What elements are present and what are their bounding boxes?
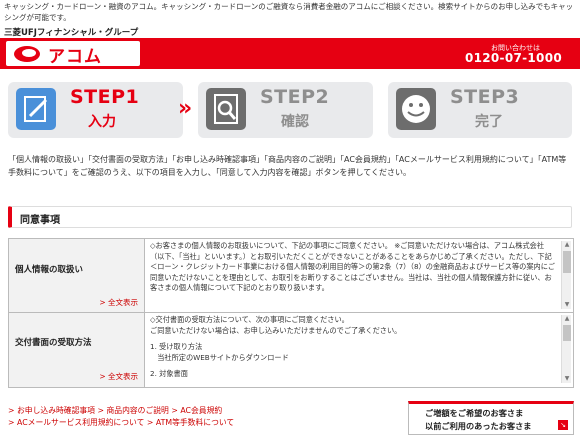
agreement-scrollbar[interactable]: ▲ ▼	[561, 315, 571, 383]
scroll-up-icon[interactable]: ▲	[562, 315, 572, 323]
step-2: STEP2 確認	[198, 82, 373, 138]
section-heading: 同意事項	[8, 206, 572, 228]
agreement-text-line: 当社所定のWEBサイトからダウンロード	[150, 352, 289, 362]
footer-link-mail-service[interactable]: > ACメールサービス利用規約について	[8, 418, 144, 427]
agreement-row-header: 交付書面の受取方法 > 全文表示	[9, 313, 145, 387]
step-2-label: 確認	[281, 114, 309, 130]
show-full-text-link[interactable]: > 全文表示	[99, 371, 138, 382]
contact-phone[interactable]: 0120-07-1000	[465, 51, 562, 65]
agreement-row-header: 個人情報の取扱い > 全文表示	[9, 239, 145, 312]
agreement-scrollbar[interactable]: ▲ ▼	[561, 241, 571, 309]
footer-link-product-explanation[interactable]: > 商品内容のご説明	[97, 406, 168, 415]
footer-links: > お申し込み時確認事項 > 商品内容のご説明 > AC会員規約 > ACメール…	[8, 405, 408, 429]
agreement-text-line: 2. 対象書面	[150, 369, 188, 378]
footer-links-row: > お申し込み時確認事項 > 商品内容のご説明 > AC会員規約	[8, 405, 408, 417]
scroll-thumb[interactable]	[563, 251, 571, 273]
agreement-row-documents: 交付書面の受取方法 > 全文表示 ◇交付書面の受取方法について、次の事項にご同意…	[9, 313, 573, 387]
step-1-title: STEP1	[70, 86, 140, 108]
group-label: 三菱UFJフィナンシャル・グループ	[4, 28, 139, 38]
increase-limit-label: ご増額をご希望のお客さま	[425, 408, 524, 418]
site-header: アコム お問い合わせは 0120-07-1000	[0, 38, 580, 69]
agreement-title: 個人情報の取扱い	[15, 265, 84, 275]
step-arrow-icon: »	[178, 96, 192, 121]
agreement-text: ◇交付書面の受取方法について、次の事項にご同意ください。 ご同意いただけない場合…	[150, 315, 558, 385]
scroll-thumb[interactable]	[563, 325, 571, 341]
scroll-up-icon[interactable]: ▲	[562, 241, 572, 249]
footer-link-atm-fees[interactable]: > ATM等手数料について	[147, 418, 234, 427]
previous-customer-label: 以前ご利用のあったお客さま	[425, 421, 532, 431]
agreement-text-line: 1. 受け取り方法	[150, 342, 203, 351]
agreement-row-privacy: 個人情報の取扱い > 全文表示 ◇お客さまの個人情報のお取扱いについて、下記の事…	[9, 239, 573, 313]
step-indicator: STEP1 入力 » STEP2 確認 STEP3 完了	[8, 82, 576, 138]
logo-mark-icon	[14, 46, 40, 62]
pencil-icon	[16, 88, 56, 130]
footer-link-application-terms[interactable]: > お申し込み時確認事項	[8, 406, 95, 415]
magnifier-icon	[206, 88, 246, 130]
step-1: STEP1 入力	[8, 82, 183, 138]
acom-logo[interactable]: アコム	[6, 41, 140, 67]
intro-text: 「個人情報の取扱い」「交付書面の受取方法」「お申し込み時確認事項」「商品内容のご…	[8, 155, 567, 177]
agreement-text: ◇お客さまの個人情報のお取扱いについて、下記の事項にご同意ください。 ※ご同意い…	[150, 241, 555, 292]
smile-icon	[396, 88, 436, 130]
agreement-text-line: ◇交付書面の受取方法について、次の事項にご同意ください。	[150, 315, 349, 324]
scroll-down-icon[interactable]: ▼	[562, 375, 572, 383]
step-2-title: STEP2	[260, 86, 330, 108]
arrow-icon: ↘	[558, 420, 568, 430]
agreements-table: 個人情報の取扱い > 全文表示 ◇お客さまの個人情報のお取扱いについて、下記の事…	[8, 238, 574, 388]
step-3-label: 完了	[475, 114, 503, 130]
footer-links-row: > ACメールサービス利用規約について > ATM等手数料について	[8, 417, 408, 429]
logo-text: アコム	[48, 47, 102, 67]
footer-link-member-terms[interactable]: > AC会員規約	[171, 406, 222, 415]
top-notice: キャッシング・カードローン・融資のアコム。キャッシング・カードローンのご融資なら…	[4, 2, 574, 22]
section-title: 同意事項	[20, 215, 60, 226]
increase-limit-button[interactable]: ご増額をご希望のお客さま 以前ご利用のあったお客さま ↘	[408, 401, 574, 435]
step-3: STEP3 完了	[388, 82, 572, 138]
step-1-label: 入力	[88, 114, 116, 130]
show-full-text-link[interactable]: > 全文表示	[99, 297, 138, 308]
agreement-text-line: ご同意いただけない場合は、お申し込みいただけませんのでご了承ください。	[150, 325, 402, 335]
step-3-title: STEP3	[450, 86, 520, 108]
scroll-down-icon[interactable]: ▼	[562, 301, 572, 309]
agreement-title: 交付書面の受取方法	[15, 338, 92, 348]
